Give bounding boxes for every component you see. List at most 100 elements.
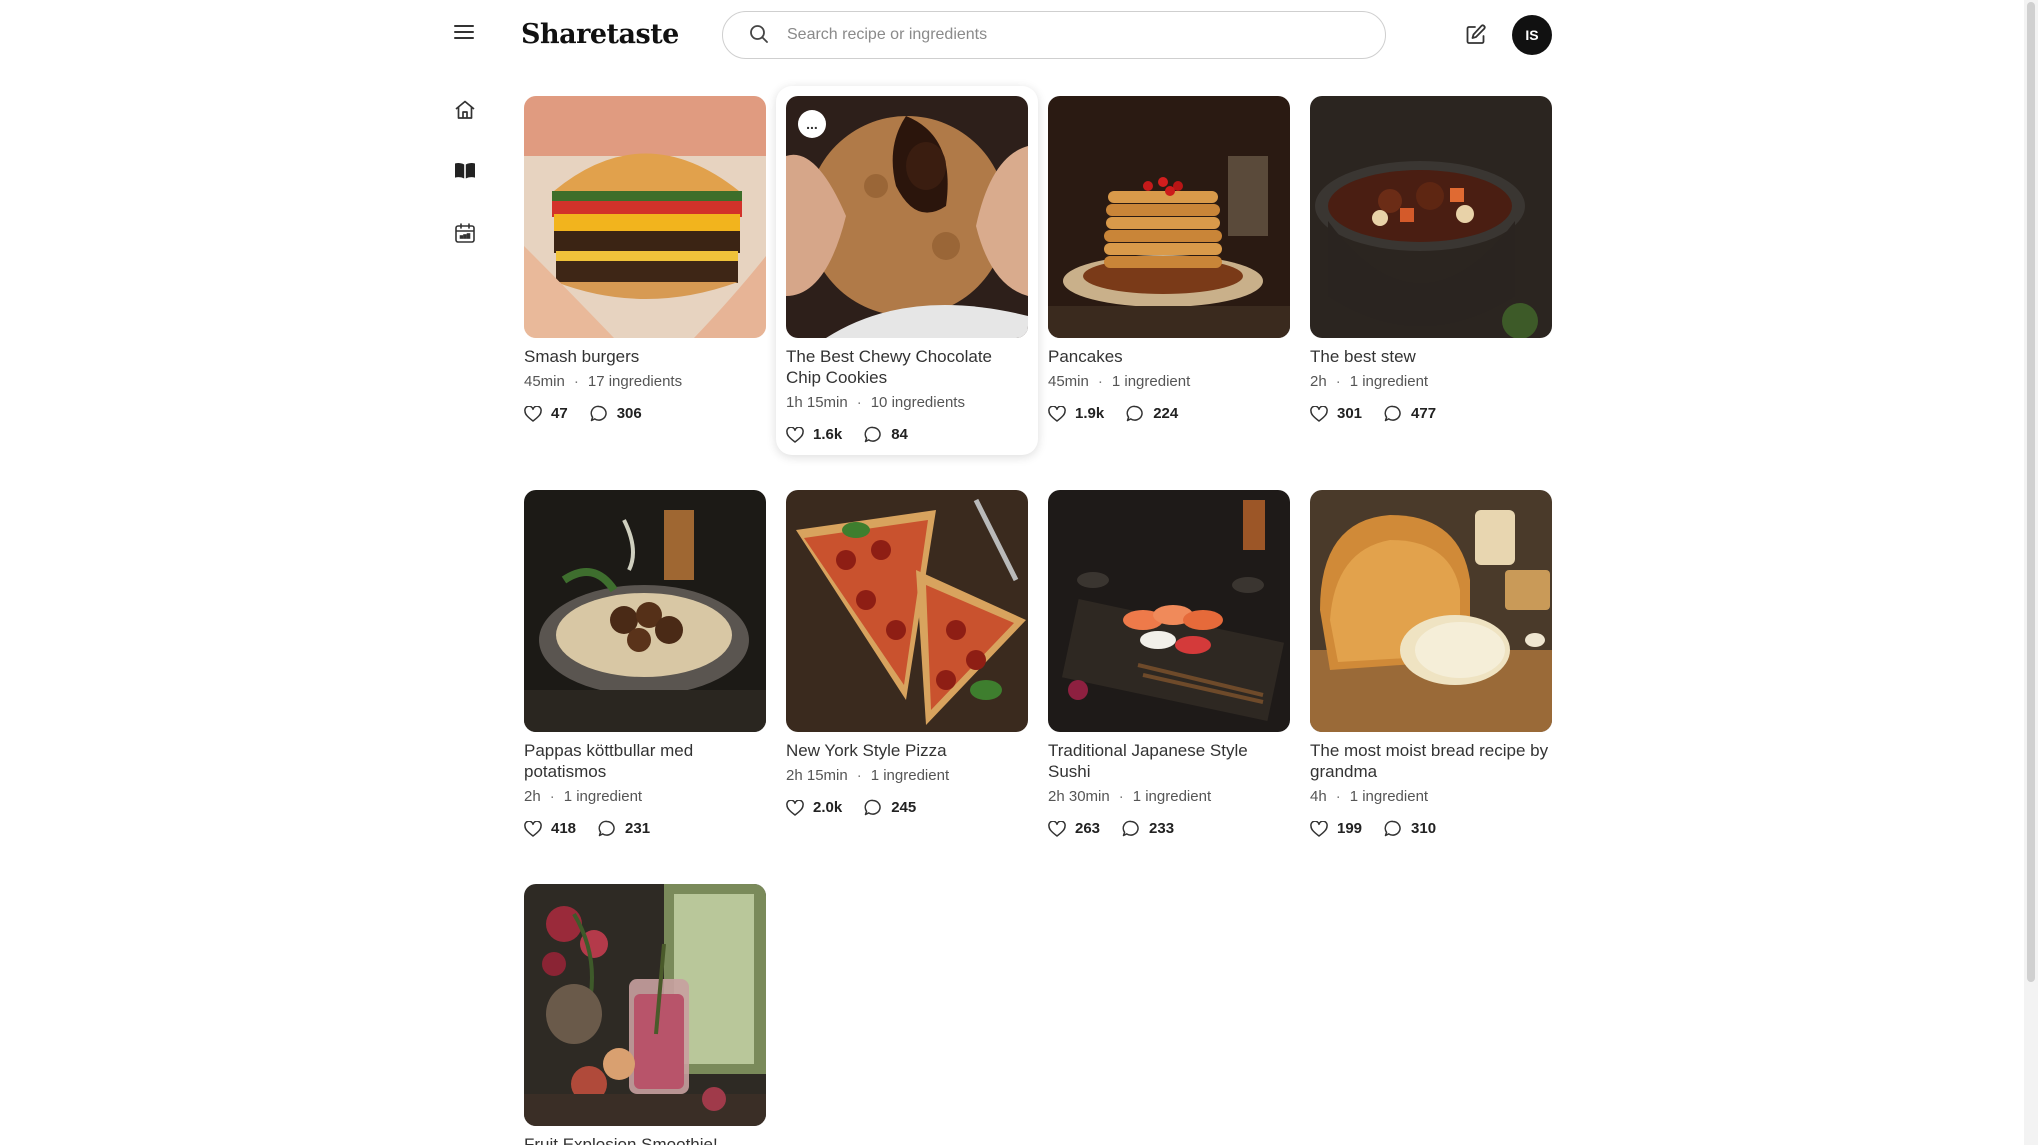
meta-separator: ·: [1097, 373, 1103, 390]
recipe-image[interactable]: [524, 490, 766, 732]
comment-icon: [864, 426, 881, 443]
comment-icon: [1384, 405, 1401, 422]
comment-button[interactable]: 231: [598, 820, 650, 837]
recipe-stats: 263 233: [1048, 820, 1290, 837]
recipe-time: 1h 15min: [786, 394, 848, 411]
recipe-title[interactable]: The most moist bread recipe by grandma: [1310, 740, 1552, 782]
like-count: 301: [1337, 405, 1363, 422]
comment-icon: [1122, 820, 1139, 837]
like-button[interactable]: 418: [524, 820, 576, 837]
recipe-stats: 1.6k 84: [786, 426, 1028, 443]
like-count: 263: [1075, 820, 1101, 837]
heart-icon: [1310, 405, 1328, 422]
comment-button[interactable]: 310: [1384, 820, 1436, 837]
recipe-time: 2h: [1310, 373, 1327, 390]
like-button[interactable]: 1.6k: [786, 426, 842, 443]
nav-cookbooks[interactable]: [450, 156, 480, 186]
like-button[interactable]: 263: [1048, 820, 1100, 837]
recipe-card[interactable]: The most moist bread recipe by grandma 4…: [1310, 490, 1552, 837]
page-scrollbar[interactable]: [2024, 0, 2038, 1145]
heart-icon: [524, 405, 542, 422]
comment-button[interactable]: 224: [1126, 405, 1178, 422]
comment-count: 306: [616, 405, 642, 422]
recipe-stats: 47 306: [524, 405, 766, 422]
comment-count: 224: [1153, 405, 1179, 422]
recipe-time: 2h 30min: [1048, 788, 1110, 805]
menu-icon: [454, 25, 474, 39]
recipe-card[interactable]: ... The Best Chewy Chocolate Chip Cookie…: [776, 86, 1038, 455]
recipe-image[interactable]: [1048, 490, 1290, 732]
recipe-card[interactable]: Fruit Explosion Smoothie!: [524, 884, 766, 1145]
like-button[interactable]: 199: [1310, 820, 1362, 837]
recipe-title[interactable]: Smash burgers: [524, 346, 766, 367]
heart-icon: [786, 426, 804, 443]
recipe-meta: 4h · 1 ingredient: [1310, 788, 1552, 806]
recipe-title[interactable]: Traditional Japanese Style Sushi: [1048, 740, 1290, 782]
recipe-stats: 418 231: [524, 820, 766, 837]
like-count: 418: [551, 820, 577, 837]
meta-separator: ·: [549, 788, 555, 805]
recipe-time: 45min: [1048, 373, 1089, 390]
recipe-card[interactable]: Smash burgers 45min · 17 ingredients 47 30…: [524, 96, 766, 422]
page: Sharetaste IS: [0, 0, 2038, 1145]
recipe-title[interactable]: New York Style Pizza: [786, 740, 1028, 761]
comment-count: 310: [1411, 820, 1437, 837]
recipe-time: 45min: [524, 373, 565, 390]
comment-count: 245: [891, 799, 917, 816]
recipe-image[interactable]: [786, 490, 1028, 732]
like-button[interactable]: 301: [1310, 405, 1362, 422]
comment-button[interactable]: 477: [1384, 405, 1436, 422]
comment-button[interactable]: 84: [864, 426, 908, 443]
recipe-image[interactable]: [1310, 96, 1552, 338]
recipe-meta: 45min · 17 ingredients: [524, 373, 766, 391]
recipe-title[interactable]: The best stew: [1310, 346, 1552, 367]
menu-button[interactable]: [448, 16, 480, 48]
heart-icon: [1310, 820, 1328, 837]
comment-icon: [598, 820, 615, 837]
recipe-title[interactable]: Pappas köttbullar med potatismos: [524, 740, 766, 782]
nav-home[interactable]: [450, 95, 480, 125]
more-options-button[interactable]: ...: [798, 110, 826, 138]
meta-separator: ·: [1335, 373, 1341, 390]
recipe-title[interactable]: Pancakes: [1048, 346, 1290, 367]
recipe-card[interactable]: Pappas köttbullar med potatismos 2h · 1 in…: [524, 490, 766, 837]
comment-count: 233: [1149, 820, 1175, 837]
comment-icon: [1126, 405, 1143, 422]
search-input[interactable]: [787, 26, 1347, 44]
recipe-card[interactable]: New York Style Pizza 2h 15min · 1 ingredie…: [786, 490, 1028, 816]
recipe-time: 2h 15min: [786, 767, 848, 784]
comment-button[interactable]: 306: [590, 405, 642, 422]
comment-button[interactable]: 233: [1122, 820, 1174, 837]
meta-separator: ·: [1335, 788, 1341, 805]
home-icon: [455, 100, 475, 119]
recipe-image[interactable]: ...: [786, 96, 1028, 338]
recipe-stats: 1.9k 224: [1048, 405, 1290, 422]
like-button[interactable]: 47: [524, 405, 568, 422]
recipe-time: 2h: [524, 788, 541, 805]
like-button[interactable]: 1.9k: [1048, 405, 1104, 422]
recipe-meta: 2h 30min · 1 ingredient: [1048, 788, 1290, 806]
nav-meal-planner[interactable]: [450, 218, 480, 248]
comment-button[interactable]: 245: [864, 799, 916, 816]
recipe-card[interactable]: The best stew 2h · 1 ingredient 301 477: [1310, 96, 1552, 422]
search-bar[interactable]: [722, 11, 1386, 59]
create-recipe-button[interactable]: [1459, 18, 1493, 52]
comment-icon: [590, 405, 607, 422]
recipe-image[interactable]: [1048, 96, 1290, 338]
recipe-ingredient-count: 10 ingredients: [870, 394, 965, 411]
recipe-title[interactable]: The Best Chewy Chocolate Chip Cookies: [786, 346, 1028, 388]
scrollbar-thumb[interactable]: [2027, 2, 2035, 982]
recipe-card[interactable]: Pancakes 45min · 1 ingredient 1.9k 224: [1048, 96, 1290, 422]
recipe-ingredient-count: 1 ingredient: [1349, 373, 1429, 390]
recipe-title[interactable]: Fruit Explosion Smoothie!: [524, 1134, 766, 1145]
app-logo[interactable]: Sharetaste: [521, 16, 679, 54]
recipe-image[interactable]: [524, 884, 766, 1126]
like-button[interactable]: 2.0k: [786, 799, 842, 816]
recipe-card[interactable]: Traditional Japanese Style Sushi 2h 30mi…: [1048, 490, 1290, 837]
user-avatar[interactable]: IS: [1512, 15, 1552, 55]
recipe-image[interactable]: [524, 96, 766, 338]
recipe-image[interactable]: [1310, 490, 1552, 732]
recipe-meta: 2h 15min · 1 ingredient: [786, 767, 1028, 785]
recipe-stats: 199 310: [1310, 820, 1552, 837]
header: Sharetaste IS: [0, 0, 2038, 70]
